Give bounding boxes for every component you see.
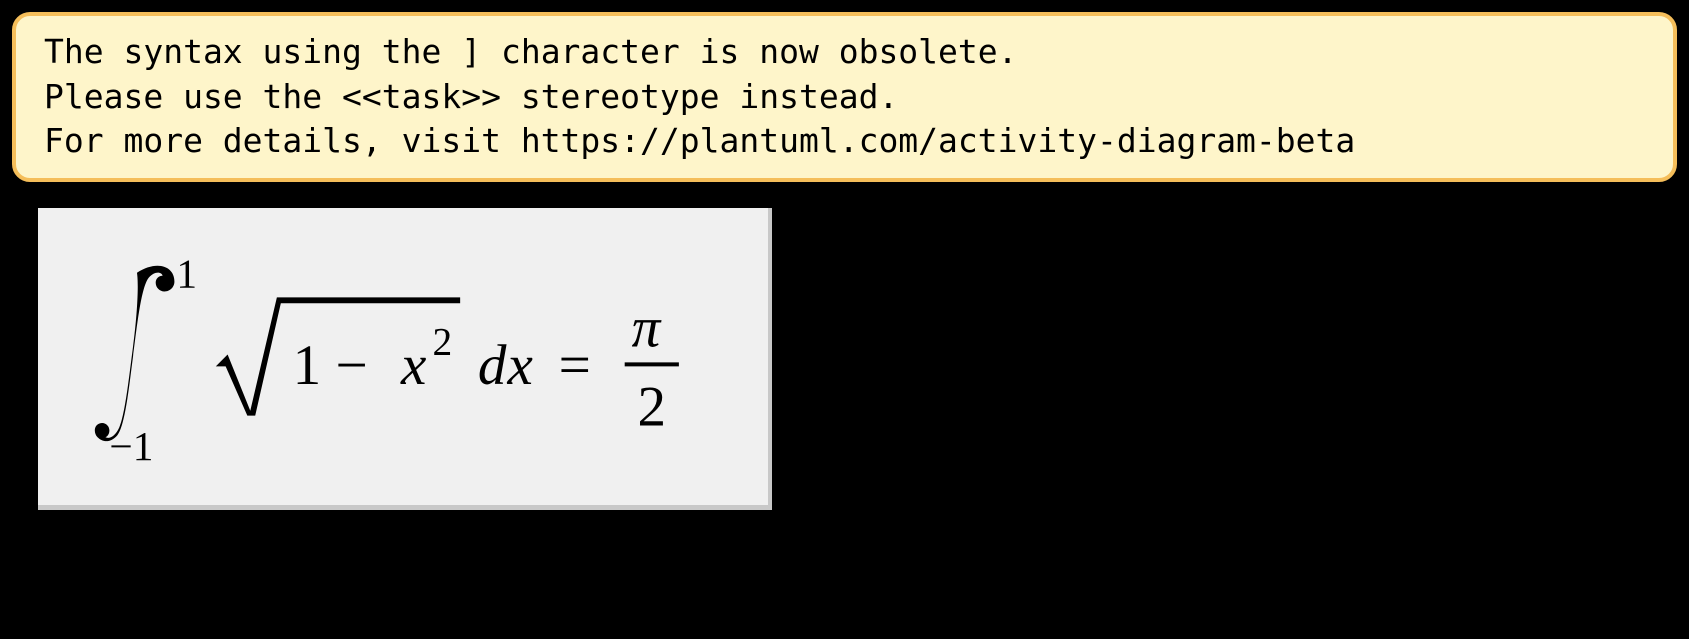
equals-sign: = [559,334,591,397]
differential-x: x [506,334,532,397]
deprecation-warning-box: The syntax using the ] character is now … [12,12,1677,182]
fraction-numerator-pi: π [632,297,662,360]
radicand-exponent: 2 [433,320,453,364]
radicand-x: x [400,334,426,397]
math-equation-box: 1 −1 1 − x 2 d x = π 2 [38,208,772,510]
integral-upper-limit: 1 [176,251,197,297]
integral-equation: 1 −1 1 − x 2 d x = π 2 [68,238,738,475]
warning-line-1: The syntax using the ] character is now … [44,30,1645,75]
radicand-one-minus: 1 − [293,334,368,397]
integral-symbol [95,266,175,441]
warning-line-2: Please use the <<task>> stereotype inste… [44,75,1645,120]
differential-d: d [478,334,507,397]
warning-line-3: For more details, visit https://plantuml… [44,119,1645,164]
fraction-denominator: 2 [638,375,667,438]
integral-lower-limit: −1 [109,423,153,469]
